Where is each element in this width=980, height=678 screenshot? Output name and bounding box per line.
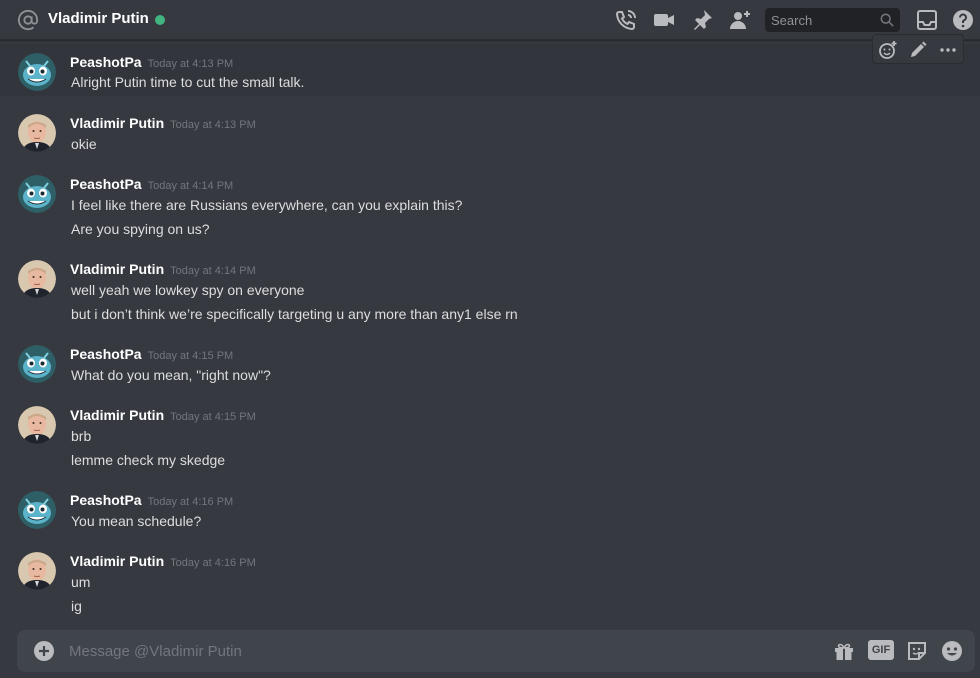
peashot-avatar — [18, 53, 56, 91]
search-box[interactable] — [765, 8, 900, 32]
message-list: PeashotPa Today at 4:13 PM Alright Putin … — [0, 34, 980, 626]
putin-avatar — [18, 260, 56, 298]
add-attachment-icon[interactable] — [32, 639, 56, 663]
message-author[interactable]: Vladimir Putin Today at 4:16 PM — [70, 553, 256, 569]
message-text: You mean schedule? — [71, 513, 202, 529]
message-text: um — [71, 574, 91, 590]
peashot-avatar — [18, 491, 56, 529]
message-text: What do you mean, "right now"? — [71, 367, 271, 383]
message-group[interactable]: Vladimir Putin Today at 4:13 PM okie — [0, 105, 980, 155]
author-name[interactable]: PeashotPa — [70, 346, 142, 362]
message-author[interactable]: Vladimir Putin Today at 4:14 PM — [70, 261, 256, 277]
at-icon — [17, 9, 39, 31]
message-text: Are you spying on us? — [71, 221, 210, 237]
message-group[interactable]: PeashotPa Today at 4:15 PM What do you me… — [0, 336, 980, 388]
message-group[interactable]: Vladimir Putin Today at 4:16 PM um ig — [0, 543, 980, 621]
message-text: well yeah we lowkey spy on everyone — [71, 282, 305, 298]
message-text: Alright Putin time to cut the small talk… — [71, 74, 305, 90]
putin-avatar — [18, 406, 56, 444]
emoji-icon[interactable] — [940, 639, 964, 663]
message-author[interactable]: Vladimir Putin Today at 4:13 PM — [70, 115, 256, 131]
message-group[interactable]: PeashotPa Today at 4:16 PM You mean sched… — [0, 482, 980, 534]
message-composer: GIF — [17, 630, 975, 672]
message-text: but i don’t think we’re specifically tar… — [71, 306, 518, 322]
more-icon[interactable] — [938, 40, 958, 60]
message-hover-toolbar — [872, 34, 964, 64]
message-text: brb — [71, 428, 92, 444]
message-timestamp: Today at 4:16 PM — [147, 496, 234, 508]
inbox-icon[interactable] — [915, 8, 939, 32]
channel-header: Vladimir Putin — [0, 0, 980, 40]
message-timestamp: Today at 4:15 PM — [170, 411, 256, 423]
message-timestamp: Today at 4:14 PM — [170, 265, 256, 277]
author-name[interactable]: PeashotPa — [70, 176, 142, 192]
gift-icon[interactable] — [832, 639, 856, 663]
author-name[interactable]: Vladimir Putin — [70, 407, 164, 423]
peashot-avatar — [18, 175, 56, 213]
message-author[interactable]: PeashotPa Today at 4:15 PM — [70, 346, 233, 362]
channel-title: Vladimir Putin — [48, 10, 149, 27]
message-text: I feel like there are Russians everywher… — [71, 197, 463, 213]
message-timestamp: Today at 4:13 PM — [147, 58, 234, 70]
pin-icon[interactable] — [690, 8, 714, 32]
gif-label: GIF — [871, 644, 891, 656]
message-text: lemme check my skedge — [71, 452, 226, 468]
message-group[interactable]: PeashotPa Today at 4:14 PM I feel like th… — [0, 166, 980, 241]
message-timestamp: Today at 4:13 PM — [170, 119, 256, 131]
message-group[interactable]: Vladimir Putin Today at 4:15 PM brb lemme… — [0, 397, 980, 475]
author-name[interactable]: Vladimir Putin — [70, 261, 164, 277]
message-timestamp: Today at 4:16 PM — [170, 557, 256, 569]
message-author[interactable]: Vladimir Putin Today at 4:15 PM — [70, 407, 256, 423]
message-text: okie — [71, 136, 97, 152]
putin-avatar — [18, 114, 56, 152]
edit-icon[interactable] — [908, 40, 928, 60]
author-name[interactable]: Vladimir Putin — [70, 115, 164, 131]
sticker-icon[interactable] — [905, 639, 929, 663]
message-author[interactable]: PeashotPa Today at 4:13 PM — [70, 54, 233, 70]
putin-avatar — [18, 552, 56, 590]
message-timestamp: Today at 4:15 PM — [147, 350, 234, 362]
message-group[interactable]: PeashotPa Today at 4:13 PM Alright Putin … — [0, 44, 980, 96]
add-reaction-icon[interactable] — [878, 40, 898, 60]
online-status-indicator — [155, 15, 165, 25]
message-author[interactable]: PeashotPa Today at 4:16 PM — [70, 492, 233, 508]
add-friend-icon[interactable] — [728, 8, 752, 32]
gif-icon[interactable]: GIF — [868, 640, 894, 660]
message-input[interactable] — [69, 630, 809, 672]
message-timestamp: Today at 4:14 PM — [147, 180, 234, 192]
author-name[interactable]: PeashotPa — [70, 492, 142, 508]
message-group[interactable]: Vladimir Putin Today at 4:14 PM well yeah… — [0, 251, 980, 329]
author-name[interactable]: Vladimir Putin — [70, 553, 164, 569]
search-icon — [880, 13, 894, 27]
call-icon[interactable] — [614, 8, 638, 32]
help-icon[interactable] — [951, 8, 975, 32]
peashot-avatar — [18, 345, 56, 383]
video-icon[interactable] — [652, 8, 676, 32]
message-text: ig — [71, 598, 82, 614]
message-author[interactable]: PeashotPa Today at 4:14 PM — [70, 176, 233, 192]
author-name[interactable]: PeashotPa — [70, 54, 142, 70]
